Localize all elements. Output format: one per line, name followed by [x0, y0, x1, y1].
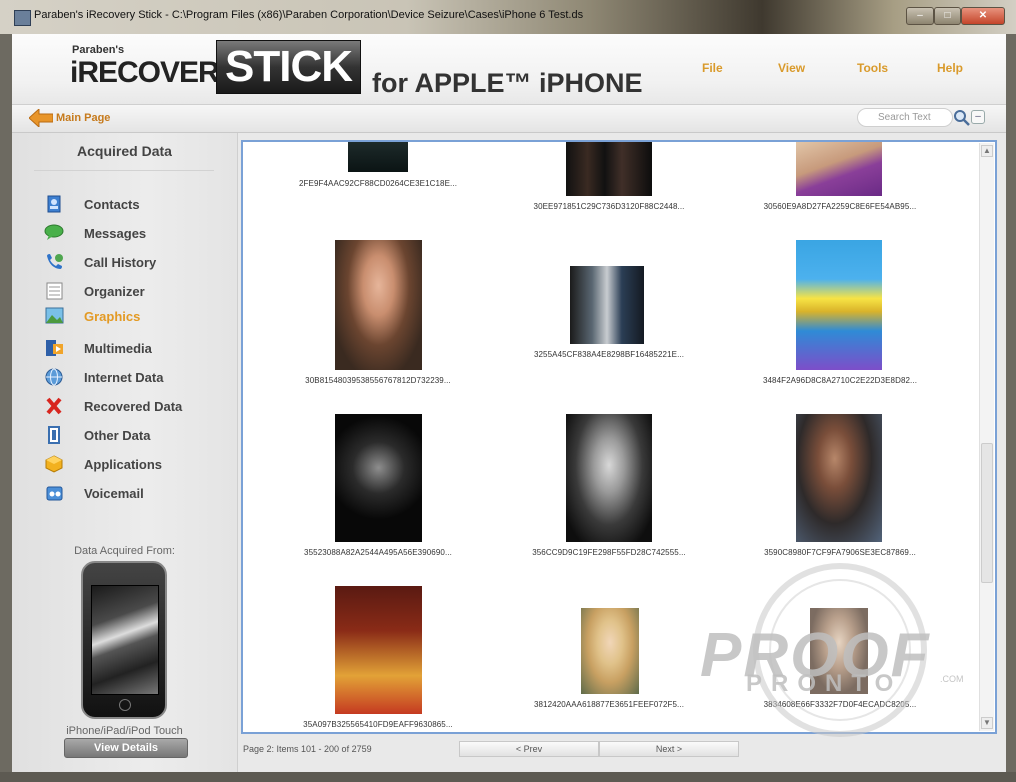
back-arrow-icon[interactable]: [29, 109, 53, 127]
sidebar-item-label: Internet Data: [84, 370, 164, 385]
sidebar-item-label: Messages: [84, 226, 147, 241]
main-page-link[interactable]: Main Page: [56, 112, 110, 124]
device-type-label: iPhone/iPad/iPod Touch: [66, 725, 183, 737]
title-bar: Paraben's iRecovery Stick - C:\Program F…: [0, 0, 1016, 34]
divider: [34, 170, 214, 171]
thumbnail-image[interactable]: [810, 608, 868, 694]
sidebar-item-other-data[interactable]: Other Data: [44, 424, 224, 448]
thumbnail-caption: 356CC9D9C19FE298F55FD28C742555...: [532, 548, 686, 557]
thumbnail-caption: 35523088A82A2544A495A56E390690...: [304, 548, 452, 557]
data-acquired-from-label: Data Acquired From:: [74, 545, 175, 557]
thumbnail-caption: 30EE971851C29C736D3120F88C2448...: [533, 202, 685, 211]
thumbnail-image[interactable]: [348, 142, 408, 172]
sidebar: Acquired Data Contacts Messages Call His…: [12, 133, 238, 772]
contacts-icon: [47, 195, 61, 213]
clear-search-button[interactable]: –: [971, 110, 985, 124]
graphics-icon: [45, 307, 64, 324]
status-bar: Page 2: Items 101 - 200 of 2759 < Prev N…: [241, 734, 997, 766]
app-body: Paraben's iRECOVERY STICK for APPLE™ iPH…: [12, 34, 1006, 772]
app-icon: [14, 10, 31, 26]
thumbnail-caption: 3255A45CF838A4E8298BF16485221E...: [533, 350, 685, 359]
thumbnail-caption: 30B81548039538556767812D732239...: [305, 376, 451, 385]
thumbnail-image[interactable]: [335, 414, 422, 542]
thumbnail-image[interactable]: [335, 586, 422, 714]
device-home-button: [119, 699, 131, 711]
sidebar-item-organizer[interactable]: Organizer: [44, 280, 224, 304]
call-history-icon: [47, 254, 63, 269]
search-input[interactable]: Search Text: [857, 108, 953, 127]
sidebar-item-label: Contacts: [84, 197, 140, 212]
brand-company: Paraben's: [72, 44, 125, 56]
sidebar-item-label: Recovered Data: [84, 399, 183, 414]
thumbnail-image[interactable]: [570, 266, 644, 344]
sidebar-item-label: Organizer: [84, 284, 145, 299]
thumbnail-image[interactable]: [796, 414, 882, 542]
sidebar-item-contacts[interactable]: Contacts: [44, 193, 224, 217]
thumbnail-image[interactable]: [581, 608, 639, 694]
sidebar-item-messages[interactable]: Messages: [44, 222, 224, 246]
close-button[interactable]: ✕: [961, 7, 1005, 25]
sidebar-item-applications[interactable]: Applications: [44, 453, 224, 477]
thumbnail-caption: 3834608E66F3332F7D0F4ECADC8205...: [763, 700, 917, 709]
window-title: Paraben's iRecovery Stick - C:\Program F…: [34, 9, 584, 21]
sidebar-item-graphics[interactable]: Graphics: [44, 305, 224, 329]
scroll-down-button[interactable]: ▼: [981, 717, 993, 729]
menu-tools[interactable]: Tools: [857, 61, 888, 75]
sidebar-item-label: Graphics: [84, 309, 141, 324]
thumbnail-caption: 3484F2A96D8C8A2710C2E22D3E8D82...: [762, 376, 918, 385]
search-icon[interactable]: [953, 109, 970, 126]
thumbnail-caption: 30560E9A8D27FA2259C8E6FE54AB95...: [763, 202, 917, 211]
view-details-button[interactable]: View Details: [64, 738, 188, 758]
nav-bar: Main Page Search Text –: [12, 105, 1006, 133]
device-screen: [91, 585, 159, 695]
thumbnail-caption: 3590C8980F7CF9FA7906SE3EC87869...: [764, 548, 916, 557]
sidebar-item-label: Call History: [84, 255, 157, 270]
recovered-data-icon: [46, 397, 62, 415]
sidebar-title: Acquired Data: [77, 143, 172, 159]
scroll-up-button[interactable]: ▲: [981, 145, 993, 157]
organizer-icon: [46, 282, 63, 300]
sidebar-item-label: Multimedia: [84, 341, 152, 356]
menu-file[interactable]: File: [702, 61, 723, 75]
messages-icon: [44, 224, 64, 240]
maximize-button[interactable]: □: [934, 7, 961, 25]
thumbnail-image[interactable]: [796, 240, 882, 370]
brand-stick: STICK: [216, 40, 361, 94]
device-image: [81, 561, 167, 719]
header: Paraben's iRECOVERY STICK for APPLE™ iPH…: [12, 34, 1006, 105]
menu-help[interactable]: Help: [937, 61, 963, 75]
brand-product: iRECOVERY: [70, 56, 238, 89]
thumbnail-image[interactable]: [796, 142, 882, 196]
sidebar-item-multimedia[interactable]: Multimedia: [44, 337, 224, 361]
sidebar-item-voicemail[interactable]: Voicemail: [44, 482, 224, 506]
app-window: Paraben's iRecovery Stick - C:\Program F…: [0, 0, 1016, 782]
next-button[interactable]: Next >: [599, 741, 739, 757]
sidebar-item-label: Applications: [84, 457, 163, 472]
sidebar-item-label: Voicemail: [84, 486, 144, 501]
vertical-scrollbar[interactable]: ▲ ▼: [979, 143, 994, 731]
thumbnail-gallery: 2FE9F4AAC92CF88CD0264CE3E1C18E... 30EE97…: [241, 140, 997, 734]
sidebar-item-recovered-data[interactable]: Recovered Data: [44, 395, 224, 419]
prev-button[interactable]: < Prev: [459, 741, 599, 757]
minimize-button[interactable]: –: [906, 7, 934, 25]
thumbnail-caption: 3812420AAA618877E3651FEEF072F5...: [533, 700, 685, 709]
sidebar-item-call-history[interactable]: Call History: [44, 251, 224, 275]
applications-icon: [45, 455, 63, 473]
thumbnail-image[interactable]: [335, 240, 422, 370]
page-info: Page 2: Items 101 - 200 of 2759: [243, 744, 372, 754]
thumbnail-caption: 35A097B325565410FD9EAFF9630865...: [303, 720, 453, 729]
internet-data-icon: [45, 368, 63, 386]
thumbnail-caption: 2FE9F4AAC92CF88CD0264CE3E1C18E...: [298, 179, 458, 188]
other-data-icon: [48, 426, 60, 444]
window-bottom-edge: [0, 772, 1016, 782]
multimedia-icon: [46, 340, 63, 356]
brand-subtitle: for APPLE™ iPHONE: [372, 68, 643, 98]
scrollbar-thumb[interactable]: [981, 443, 993, 583]
sidebar-item-internet-data[interactable]: Internet Data: [44, 366, 224, 390]
thumbnail-image[interactable]: [566, 414, 652, 542]
menu-view[interactable]: View: [778, 61, 805, 75]
sidebar-item-label: Other Data: [84, 428, 151, 443]
voicemail-icon: [46, 486, 63, 501]
thumbnail-image[interactable]: [566, 142, 652, 196]
